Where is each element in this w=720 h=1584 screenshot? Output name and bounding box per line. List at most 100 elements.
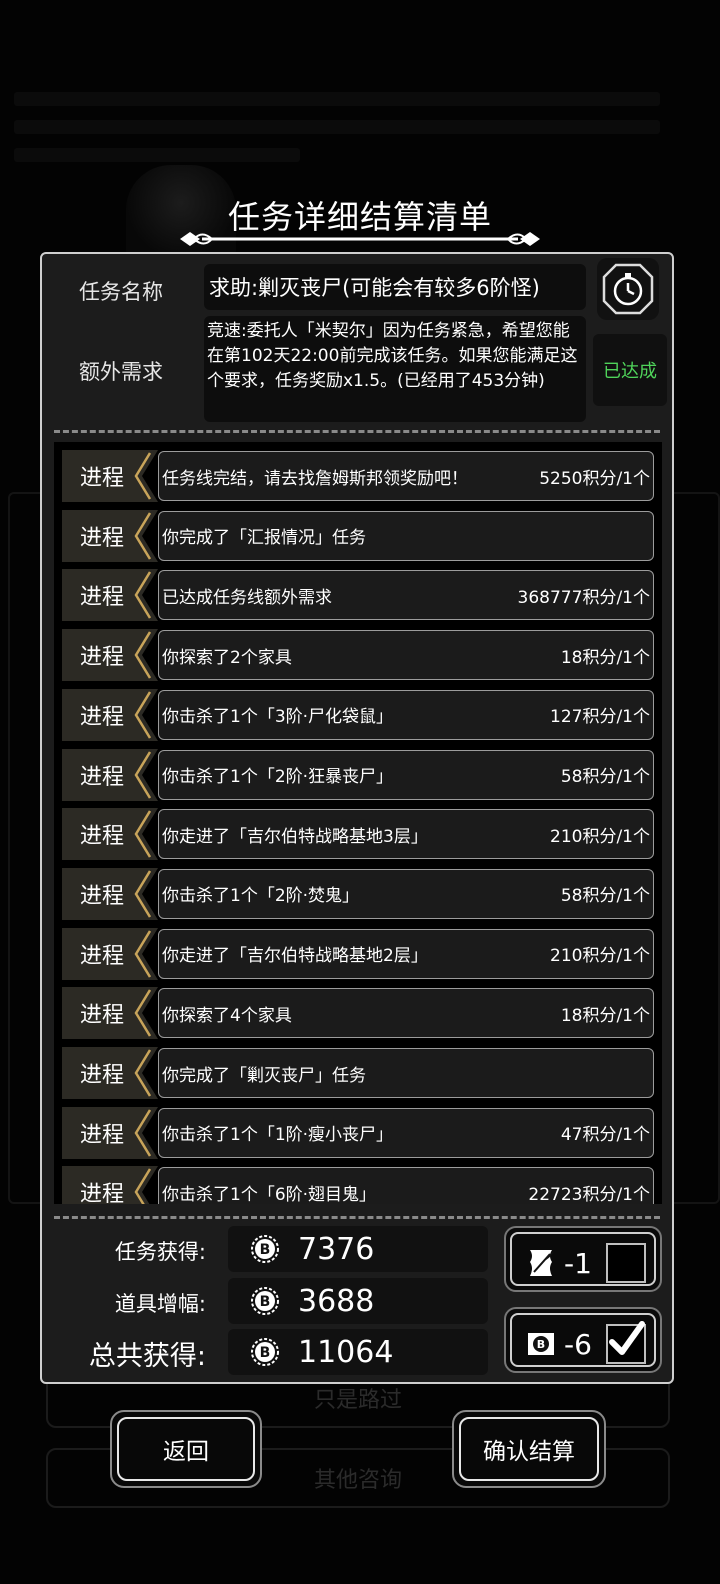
progress-tag: 进程 bbox=[62, 569, 160, 622]
progress-tag: 进程 bbox=[62, 450, 160, 502]
log-row: 进程 你击杀了1个「6阶·翅目鬼」 22723积分/1个 bbox=[62, 1166, 654, 1204]
log-row-points: 127积分/1个 bbox=[550, 707, 650, 728]
log-row-points: 210积分/1个 bbox=[550, 826, 650, 847]
item-toggle-scroll[interactable]: -1 bbox=[504, 1226, 662, 1292]
log-row-points: 47积分/1个 bbox=[560, 1125, 650, 1146]
progress-tag: 进程 bbox=[62, 1106, 160, 1159]
log-row-description: 你击杀了1个「1阶·瘦小丧尸」 bbox=[162, 1125, 394, 1146]
progress-tag-label: 进程 bbox=[79, 1182, 124, 1204]
progress-log-list[interactable]: 进程 任务线完结，请去找詹姆斯邦领奖励吧！ 5250积分/1个 进程 你完成了「汇报情况… bbox=[54, 442, 662, 1204]
log-row-description: 你完成了「剿灭丧尸」任务 bbox=[162, 1065, 366, 1086]
log-row-description: 任务线完结，请去找詹姆斯邦领奖励吧！ bbox=[162, 468, 468, 489]
svg-text:B: B bbox=[260, 1345, 271, 1361]
background-dialog-line bbox=[14, 120, 660, 134]
item-bonus-box: B 3688 bbox=[228, 1278, 488, 1324]
log-row: 进程 任务线完结，请去找詹姆斯邦领奖励吧！ 5250积分/1个 bbox=[62, 450, 654, 502]
log-row-description: 你击杀了1个「6阶·翅目鬼」 bbox=[162, 1184, 377, 1204]
progress-tag-label: 进程 bbox=[79, 645, 124, 671]
task-earned-box: B 7376 bbox=[228, 1226, 488, 1272]
progress-tag-label: 进程 bbox=[79, 466, 124, 491]
total-earned-value: 11064 bbox=[298, 1334, 394, 1370]
bitcoin-coin-icon: B bbox=[251, 1235, 279, 1263]
progress-tag-label: 进程 bbox=[79, 764, 124, 790]
log-row: 进程 你走进了「吉尔伯特战略基地2层」 210积分/1个 bbox=[62, 927, 654, 980]
log-row-description: 你探索了2个家具 bbox=[162, 647, 292, 668]
progress-tag-label: 进程 bbox=[79, 1003, 124, 1029]
item-checkbox[interactable] bbox=[606, 1243, 646, 1283]
task-name-label: 任务名称 bbox=[79, 280, 163, 304]
progress-tag: 进程 bbox=[62, 927, 160, 980]
log-row-description: 你击杀了1个「2阶·狂暴丧尸」 bbox=[162, 767, 394, 787]
log-row-points: 58积分/1个 bbox=[560, 767, 650, 787]
total-earned-box: B 11064 bbox=[228, 1329, 488, 1375]
log-row-description: 已达成任务线额外需求 bbox=[162, 587, 332, 608]
title-ornament bbox=[180, 232, 540, 246]
log-row: 进程 你击杀了1个「2阶·狂暴丧尸」 58积分/1个 bbox=[62, 748, 654, 801]
stopwatch-icon bbox=[597, 258, 659, 320]
log-row-description: 你走进了「吉尔伯特战略基地2层」 bbox=[162, 946, 428, 967]
log-row: 进程 你完成了「汇报情况」任务 bbox=[62, 509, 654, 562]
log-row: 进程 你探索了4个家具 18积分/1个 bbox=[62, 987, 654, 1040]
log-row-description: 你击杀了1个「2阶·焚鬼」 bbox=[162, 886, 360, 907]
progress-tag: 进程 bbox=[62, 867, 160, 920]
progress-tag-label: 进程 bbox=[79, 1063, 124, 1088]
log-row: 进程 你走进了「吉尔伯特战略基地3层」 210积分/1个 bbox=[62, 808, 654, 861]
log-row-points: 210积分/1个 bbox=[550, 946, 650, 967]
progress-tag: 进程 bbox=[62, 1166, 160, 1204]
progress-tag: 进程 bbox=[62, 509, 160, 562]
log-row: 进程 你击杀了1个「3阶·尸化袋鼠」 127积分/1个 bbox=[62, 688, 654, 741]
extra-requirement-label: 额外需求 bbox=[79, 360, 163, 384]
back-button[interactable]: 返回 bbox=[110, 1410, 262, 1488]
achieved-badge: 已达成 bbox=[593, 334, 667, 406]
progress-tag: 进程 bbox=[62, 987, 160, 1040]
task-earned-label: 任务获得: bbox=[114, 1240, 206, 1264]
background-dialog-line bbox=[14, 92, 660, 106]
divider bbox=[54, 430, 660, 433]
log-row-description: 你探索了4个家具 bbox=[162, 1005, 292, 1026]
log-row-description: 你走进了「吉尔伯特战略基地3层」 bbox=[162, 826, 428, 847]
log-row: 进程 已达成任务线额外需求 368777积分/1个 bbox=[62, 569, 654, 622]
item-count: -6 bbox=[564, 1327, 592, 1361]
progress-tag-label: 进程 bbox=[79, 525, 124, 551]
progress-tag: 进程 bbox=[62, 688, 160, 741]
progress-tag-label: 进程 bbox=[79, 943, 124, 969]
item-checkbox-checked[interactable] bbox=[606, 1321, 646, 1364]
item-bonus-label: 道具增幅: bbox=[114, 1292, 206, 1316]
item-toggle-coin-card[interactable]: B -6 bbox=[504, 1307, 662, 1373]
log-row: 进程 你击杀了1个「2阶·焚鬼」 58积分/1个 bbox=[62, 867, 654, 920]
log-row: 进程 你完成了「剿灭丧尸」任务 bbox=[62, 1047, 654, 1099]
progress-tag: 进程 bbox=[62, 748, 160, 801]
svg-text:B: B bbox=[260, 1242, 271, 1258]
background-dialog-line bbox=[14, 148, 300, 162]
progress-tag: 进程 bbox=[62, 808, 160, 861]
total-earned-label: 总共获得: bbox=[88, 1341, 206, 1372]
task-earned-value: 7376 bbox=[298, 1231, 375, 1267]
bitcoin-coin-icon: B bbox=[251, 1287, 279, 1315]
checkmark-icon bbox=[609, 1321, 645, 1355]
log-row-description: 你击杀了1个「3阶·尸化袋鼠」 bbox=[162, 707, 394, 728]
log-row-points: 22723积分/1个 bbox=[528, 1184, 650, 1204]
log-row-points: 18积分/1个 bbox=[560, 1005, 650, 1026]
item-bonus-value: 3688 bbox=[298, 1283, 375, 1319]
item-count: -1 bbox=[564, 1246, 592, 1280]
progress-tag-label: 进程 bbox=[79, 1122, 124, 1148]
progress-tag-label: 进程 bbox=[79, 704, 124, 730]
log-row-points: 18积分/1个 bbox=[560, 647, 650, 668]
divider bbox=[54, 1216, 660, 1219]
svg-text:B: B bbox=[537, 1338, 545, 1351]
confirm-settlement-button[interactable]: 确认结算 bbox=[452, 1410, 606, 1488]
progress-tag: 进程 bbox=[62, 629, 160, 682]
log-row: 进程 你探索了2个家具 18积分/1个 bbox=[62, 629, 654, 682]
log-row-description: 你完成了「汇报情况」任务 bbox=[162, 528, 366, 549]
progress-tag-label: 进程 bbox=[79, 824, 124, 850]
progress-tag: 进程 bbox=[62, 1047, 160, 1099]
log-row: 进程 你击杀了1个「1阶·瘦小丧尸」 47积分/1个 bbox=[62, 1106, 654, 1159]
coin-card-icon: B bbox=[528, 1333, 554, 1355]
log-row-points: 368777积分/1个 bbox=[517, 587, 650, 608]
svg-text:B: B bbox=[260, 1294, 271, 1310]
extra-requirement-text: 竞速:委托人「米契尔」因为任务紧急，希望您能在第102天22:00前完成该任务。… bbox=[204, 316, 586, 422]
progress-tag-label: 进程 bbox=[79, 585, 124, 611]
task-name-value: 求助:剿灭丧尸(可能会有较多6阶怪) bbox=[204, 264, 586, 310]
bitcoin-coin-icon: B bbox=[251, 1338, 279, 1366]
progress-tag-label: 进程 bbox=[79, 883, 124, 909]
